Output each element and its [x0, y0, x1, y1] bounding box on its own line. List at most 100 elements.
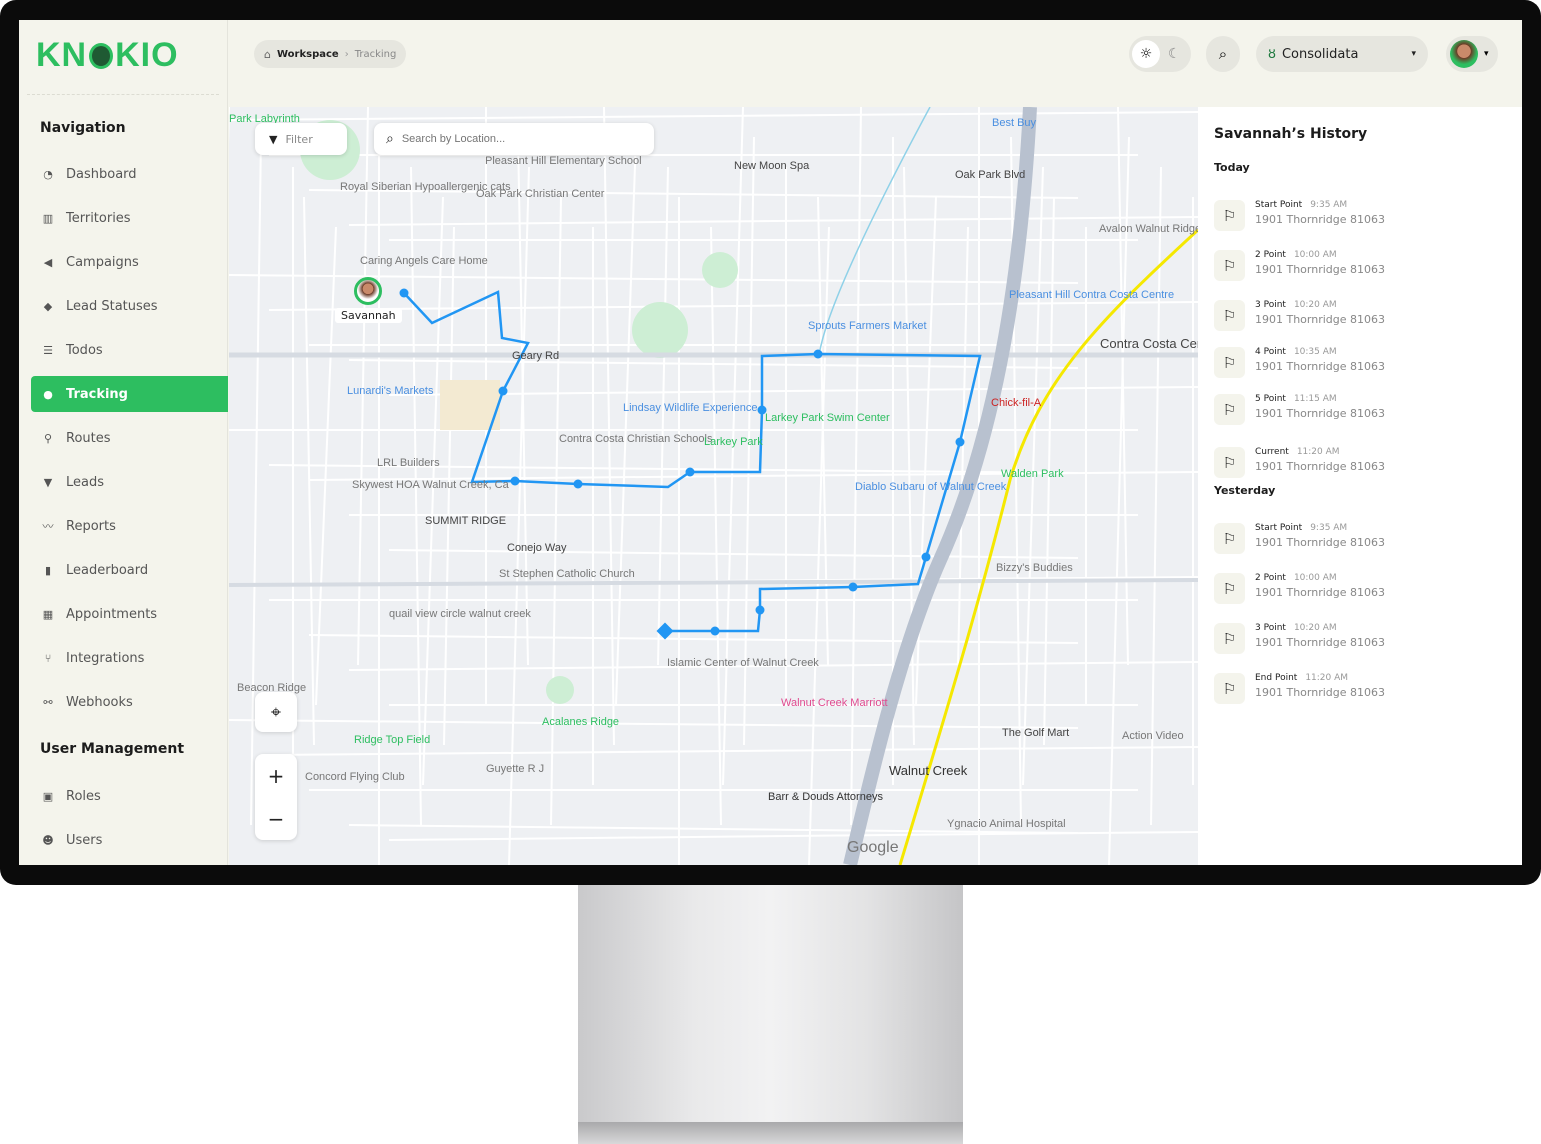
map-label[interactable]: Oak Park Blvd [955, 169, 1025, 181]
history-item[interactable]: ⚐ Start Point 9:35 AM 1901 Thornridge 81063 [1214, 523, 1385, 555]
user-marker[interactable]: Savannah [335, 277, 402, 323]
history-item[interactable]: ⚐ Current 11:20 AM 1901 Thornridge 81063 [1214, 447, 1385, 479]
sun-icon[interactable]: ☼ [1132, 40, 1160, 68]
sidebar-item-leaderboard[interactable]: ▮ Leaderboard [31, 552, 228, 588]
my-location-button[interactable]: ⌖ [255, 692, 297, 732]
map-label[interactable]: Google [847, 839, 899, 857]
map-label[interactable]: Pleasant Hill Elementary School [485, 155, 642, 167]
map-label[interactable]: Barr & Douds Attorneys [768, 791, 883, 803]
map-label[interactable]: LRL Builders [377, 457, 440, 469]
sidebar-item-reports[interactable]: 〰 Reports [31, 508, 228, 544]
monitor-stand [578, 884, 963, 1144]
history-item[interactable]: ⚐ 3 Point 10:20 AM 1901 Thornridge 81063 [1214, 623, 1385, 655]
sidebar: KN KIO Navigation ◔ Dashboard ▥ Territories ◀… [19, 20, 228, 865]
park-area [632, 302, 688, 358]
map-label[interactable]: Chick-fil-A [991, 397, 1041, 409]
map-label[interactable]: Guyette R J [486, 763, 544, 775]
map-label[interactable]: Sprouts Farmers Market [808, 320, 927, 332]
leads-icon: ▼ [43, 475, 53, 489]
sidebar-item-integrations[interactable]: ⑂ Integrations [31, 640, 228, 676]
search-icon: ⌕ [1218, 45, 1228, 63]
map-label[interactable]: Acalanes Ridge [542, 716, 619, 728]
location-search-input[interactable] [401, 133, 622, 145]
map-label[interactable]: Lindsay Wildlife Experience [623, 402, 758, 414]
zoom-in-button[interactable]: + [268, 764, 285, 788]
map-label[interactable]: The Golf Mart [1002, 727, 1069, 739]
point-name: 5 Point [1255, 394, 1286, 404]
map-label[interactable]: Geary Rd [512, 350, 559, 362]
sidebar-item-territories[interactable]: ▥ Territories [31, 200, 228, 236]
moon-icon[interactable]: ☾ [1168, 46, 1181, 62]
org-selector[interactable]: ȣ Consolidata ▾ [1256, 36, 1428, 72]
map-label[interactable]: St Stephen Catholic Church [499, 568, 635, 580]
sidebar-item-users[interactable]: ☻ Users [31, 822, 228, 858]
map-label[interactable]: Avalon Walnut Ridge [1099, 223, 1198, 235]
map-label[interactable]: Contra Costa Centre [1100, 336, 1198, 351]
sidebar-item-dashboard[interactable]: ◔ Dashboard [31, 156, 228, 192]
map-label[interactable]: Pleasant Hill Contra Costa Centre [1009, 289, 1174, 301]
map-label[interactable]: Ridge Top Field [354, 734, 430, 746]
point-address: 1901 Thornridge 81063 [1255, 407, 1386, 420]
map-label[interactable]: Lunardi's Markets [347, 385, 433, 397]
breadcrumb-workspace[interactable]: Workspace [277, 49, 339, 60]
sidebar-item-campaigns[interactable]: ◀ Campaigns [31, 244, 228, 280]
webhooks-icon: ⚯ [43, 695, 53, 709]
sidebar-item-label: Lead Statuses [66, 298, 158, 314]
creek [819, 107, 931, 351]
map-label[interactable]: New Moon Spa [734, 160, 809, 172]
map-label[interactable]: Larkey Park [704, 436, 763, 448]
point-time: 10:20 AM [1293, 623, 1337, 633]
sidebar-item-tracking[interactable]: ● Tracking [31, 376, 228, 412]
user-management-title: User Management [40, 741, 185, 757]
history-item[interactable]: ⚐ Start Point 9:35 AM 1901 Thornridge 81063 [1214, 200, 1385, 232]
map-label[interactable]: Bizzy's Buddies [996, 562, 1073, 574]
filter-icon: ▼ [269, 132, 278, 146]
logo[interactable]: KN KIO [36, 36, 179, 75]
history-item[interactable]: ⚐ 4 Point 10:35 AM 1901 Thornridge 81063 [1214, 347, 1385, 379]
sidebar-item-roles[interactable]: ▣ Roles [31, 778, 228, 814]
map-label[interactable]: Contra Costa Christian Schools [559, 433, 712, 445]
profile-menu[interactable]: ▾ [1446, 36, 1498, 72]
sidebar-item-lead-statuses[interactable]: ◆ Lead Statuses [31, 288, 228, 324]
theme-toggle[interactable]: ☼ ☾ [1129, 36, 1191, 72]
map-label[interactable]: Skywest HOA Walnut Creek, Ca [352, 479, 509, 491]
street [550, 196, 562, 826]
history-item[interactable]: ⚐ 3 Point 10:20 AM 1901 Thornridge 81063 [1214, 300, 1385, 332]
map[interactable]: Park Labyrinth Best Buy New Moon Spa Oak Pa… [229, 107, 1198, 865]
filter-button[interactable]: ▼ Filter [255, 123, 347, 155]
map-label[interactable]: Concord Flying Club [305, 771, 405, 783]
sidebar-item-routes[interactable]: ⚲ Routes [31, 420, 228, 456]
flag-icon: ⚐ [1214, 573, 1245, 604]
map-label[interactable]: Conejo Way [507, 542, 567, 554]
map-label[interactable]: Larkey Park Swim Center [765, 412, 890, 424]
map-label[interactable]: Diablo Subaru of Walnut Creek [855, 481, 1006, 493]
sidebar-item-leads[interactable]: ▼ Leads [31, 464, 228, 500]
reports-icon: 〰 [42, 520, 54, 533]
map-label[interactable]: Action Video [1122, 730, 1184, 742]
point-address: 1901 Thornridge 81063 [1255, 213, 1386, 226]
map-label[interactable]: Best Buy [992, 117, 1036, 129]
history-item[interactable]: ⚐ 2 Point 10:00 AM 1901 Thornridge 81063 [1214, 250, 1385, 282]
map-label[interactable]: Islamic Center of Walnut Creek [667, 657, 819, 669]
map-label[interactable]: SUMMIT RIDGE [425, 515, 506, 527]
history-item[interactable]: ⚐ 2 Point 10:00 AM 1901 Thornridge 81063 [1214, 573, 1385, 605]
sidebar-item-webhooks[interactable]: ⚯ Webhooks [31, 684, 228, 720]
point-name: 3 Point [1255, 623, 1286, 633]
history-item[interactable]: ⚐ End Point 11:20 AM 1901 Thornridge 81063 [1214, 673, 1385, 705]
search-button[interactable]: ⌕ [1206, 36, 1240, 72]
history-item[interactable]: ⚐ 5 Point 11:15 AM 1901 Thornridge 81063 [1214, 394, 1385, 426]
nav-section-title: Navigation [40, 120, 126, 136]
map-label[interactable]: Caring Angels Care Home [360, 255, 488, 267]
map-label[interactable]: Ygnacio Animal Hospital [947, 818, 1066, 830]
point-time: 11:20 AM [1296, 447, 1340, 457]
map-label[interactable]: Walnut Creek Marriott [781, 697, 888, 709]
home-icon[interactable]: ⌂ [264, 48, 271, 61]
sidebar-item-todos[interactable]: ☰ Todos [31, 332, 228, 368]
map-label[interactable]: Royal Siberian Hypoallergenic cats [340, 181, 511, 193]
map-label[interactable]: Walden Park [1001, 468, 1064, 480]
map-label[interactable]: quail view circle walnut creek [389, 608, 531, 620]
sidebar-item-appointments[interactable]: ▦ Appointments [31, 596, 228, 632]
zoom-out-button[interactable]: − [268, 807, 285, 831]
location-search[interactable]: ⌕ [374, 123, 654, 155]
map-label[interactable]: Walnut Creek [889, 763, 967, 778]
